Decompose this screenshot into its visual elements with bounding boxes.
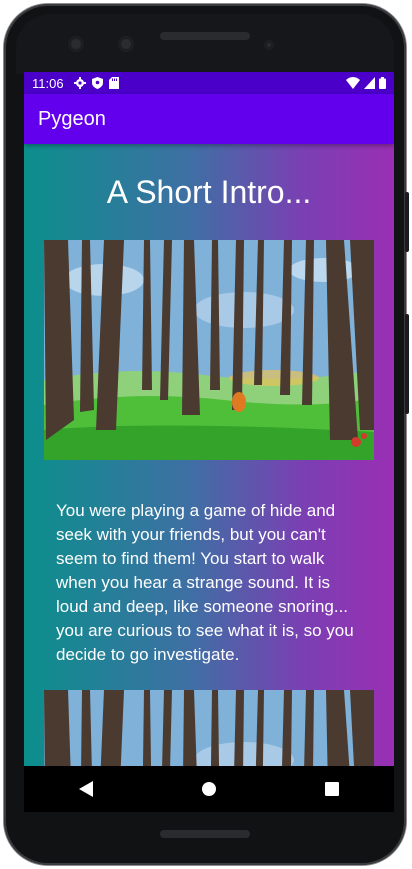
recents-button[interactable] — [312, 769, 352, 809]
content-area[interactable]: A Short Intro... You were playing a game… — [24, 144, 394, 766]
app-title: Pygeon — [38, 107, 106, 130]
status-time: 11:06 — [32, 75, 64, 91]
back-icon — [78, 781, 93, 797]
home-button[interactable] — [189, 769, 229, 809]
shield-icon — [91, 77, 103, 89]
phone-frame: 11:06 Pygeon A Short Intro... You were p… — [4, 4, 409, 865]
screen: 11:06 Pygeon A Short Intro... You were p… — [24, 72, 394, 812]
back-button[interactable] — [66, 769, 106, 809]
wifi-icon — [346, 77, 360, 89]
volume-button[interactable] — [405, 314, 409, 414]
proximity-sensor-icon — [264, 40, 274, 50]
cell-signal-icon — [364, 77, 375, 89]
page-title: A Short Intro... — [106, 174, 312, 210]
forest-illustration — [44, 690, 374, 766]
story-text: You were playing a game of hide and seek… — [56, 501, 354, 664]
gear-icon — [73, 77, 86, 89]
battery-icon — [379, 77, 386, 89]
navigation-bar — [24, 766, 394, 812]
front-camera-icon — [68, 36, 84, 52]
status-bar: 11:06 — [24, 72, 394, 94]
earpiece-speaker — [160, 32, 250, 40]
home-icon — [201, 782, 216, 796]
recents-icon — [325, 782, 340, 796]
power-button[interactable] — [405, 192, 409, 252]
sd-card-icon — [108, 77, 119, 89]
forest-illustration — [44, 240, 374, 460]
bottom-speaker — [160, 830, 250, 838]
front-sensor-icon — [118, 36, 134, 52]
app-bar: Pygeon — [24, 94, 394, 144]
